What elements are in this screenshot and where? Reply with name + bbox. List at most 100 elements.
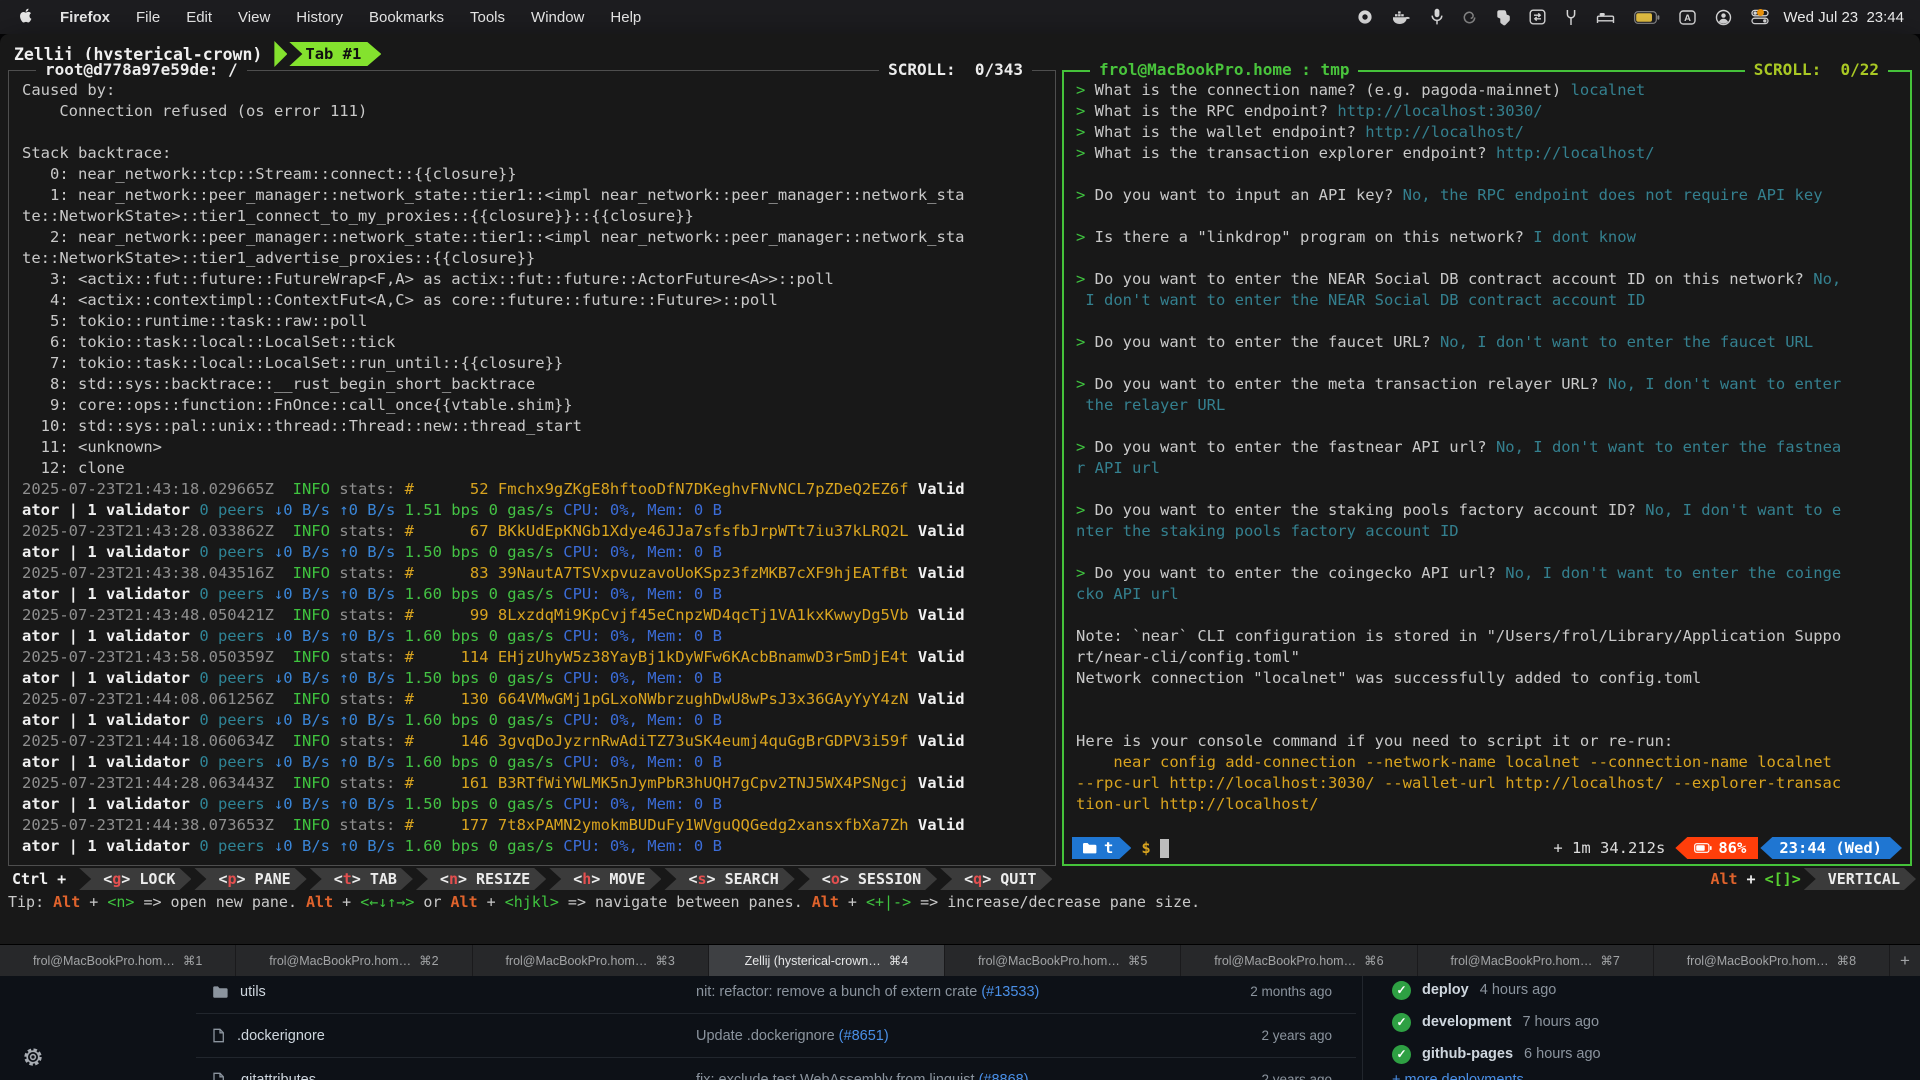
terminal-tab-8[interactable]: frol@MacBookPro.hom…⌘8: [1654, 945, 1890, 976]
keybind-pane[interactable]: p PANE: [194, 868, 306, 890]
file-icon: [212, 1028, 225, 1043]
battery-icon: [1694, 843, 1712, 853]
keybind-tab[interactable]: t TAB: [310, 868, 413, 890]
right-pane-content: > What is the connection name? (e.g. pag…: [1076, 80, 1904, 832]
file-row-gitattributes[interactable]: .gitattributes fix: exclude test WebAsse…: [196, 1058, 1356, 1080]
terminal-tab-1[interactable]: frol@MacBookPro.hom…⌘1: [0, 945, 236, 976]
right-pane[interactable]: frol@MacBookPro.home : tmp SCROLL: 0/22 …: [1062, 70, 1912, 866]
command-duration: + 1m 34.212s: [1553, 839, 1665, 857]
ctrl-prefix: Ctrl +: [0, 868, 76, 890]
file-name-link[interactable]: .gitattributes: [237, 1072, 316, 1080]
menubar-status-icons: A Wed Jul 23 23:44: [1357, 8, 1904, 26]
file-name-link[interactable]: utils: [240, 984, 266, 1000]
right-pane-title: frol@MacBookPro.home : tmp: [1090, 60, 1358, 79]
keybind-lock[interactable]: g LOCK: [79, 868, 191, 890]
notification-dot: [1757, 9, 1764, 16]
right-pane-scroll-indicator: SCROLL: 0/22: [1745, 60, 1888, 79]
terminal-tab-6[interactable]: frol@MacBookPro.hom…⌘6: [1181, 945, 1417, 976]
shell-prompt[interactable]: t $ + 1m 34.212s 86% 23:44 (Wed): [1072, 836, 1902, 860]
pr-link[interactable]: (#13533): [981, 984, 1039, 1000]
zellij-status-bar: Ctrl + g LOCK p PANE t TAB n RESIZE h MO…: [0, 868, 1920, 890]
left-pane-content: Caused by: Connection refused (os error …: [22, 80, 1048, 858]
file-icon: [212, 1072, 225, 1080]
settings-gear-button[interactable]: [22, 1046, 44, 1073]
commit-age: 2 years ago: [1186, 1028, 1356, 1043]
left-pane[interactable]: root@d778a97e59de: / SCROLL: 0/343 Cause…: [8, 70, 1056, 866]
menu-history[interactable]: History: [283, 9, 356, 26]
check-icon: [1392, 981, 1411, 1000]
browser-window: utils nit: refactor: remove a bunch of e…: [0, 976, 1920, 1080]
photos-swap-icon[interactable]: [1529, 9, 1546, 25]
menu-help[interactable]: Help: [597, 9, 654, 26]
deployment-deploy[interactable]: deploy 4 hours ago: [1392, 976, 1832, 1006]
deployment-development[interactable]: development 7 hours ago: [1392, 1006, 1832, 1038]
terminal-tab-3[interactable]: frol@MacBookPro.hom…⌘3: [473, 945, 709, 976]
bed-icon[interactable]: [1596, 10, 1615, 24]
commit-age: 2 years ago: [1186, 1072, 1356, 1080]
terminal-tab-strip: frol@MacBookPro.hom…⌘1 frol@MacBookPro.h…: [0, 944, 1920, 976]
prompt-clock-segment: 23:44 (Wed): [1760, 837, 1902, 859]
check-icon: [1392, 1013, 1411, 1032]
keybind-session[interactable]: o SESSION: [798, 868, 937, 890]
keybind-move[interactable]: h MOVE: [549, 868, 661, 890]
folder-icon: [1082, 842, 1097, 854]
account-icon[interactable]: [1715, 9, 1732, 26]
pane-area: root@d778a97e59de: / SCROLL: 0/343 Cause…: [0, 70, 1920, 866]
menu-window[interactable]: Window: [518, 9, 597, 26]
repo-file-table: utils nit: refactor: remove a bunch of e…: [196, 976, 1356, 1080]
file-row-utils[interactable]: utils nit: refactor: remove a bunch of e…: [196, 976, 1356, 1014]
menu-view[interactable]: View: [225, 9, 283, 26]
menu-tools[interactable]: Tools: [457, 9, 518, 26]
swirl-icon[interactable]: [1462, 10, 1477, 25]
apple-menu[interactable]: [20, 7, 37, 27]
file-row-dockerignore[interactable]: .dockerignore Update .dockerignore (#865…: [196, 1014, 1356, 1058]
terminal-tab-2[interactable]: frol@MacBookPro.hom…⌘2: [236, 945, 472, 976]
deployment-github-pages[interactable]: github-pages 6 hours ago: [1392, 1038, 1832, 1070]
menu-bookmarks[interactable]: Bookmarks: [356, 9, 457, 26]
menu-edit[interactable]: Edit: [173, 9, 225, 26]
terminal-cursor: [1160, 839, 1169, 858]
zellij-tip-line: Tip: Alt + <n> => open new pane. Alt + <…: [0, 892, 1920, 914]
keybind-search[interactable]: s SEARCH: [664, 868, 794, 890]
svg-text:A: A: [1684, 13, 1691, 24]
tuning-fork-icon[interactable]: [1565, 9, 1577, 26]
menu-file[interactable]: File: [123, 9, 173, 26]
terminal-tab-5[interactable]: frol@MacBookPro.hom…⌘5: [945, 945, 1181, 976]
new-tab-button[interactable]: +: [1890, 945, 1920, 976]
tab-separator-icon: [274, 41, 287, 67]
deployments-list: deploy 4 hours ago development 7 hours a…: [1392, 976, 1832, 1070]
pr-link[interactable]: (#8868): [979, 1072, 1029, 1080]
prompt-symbol: $: [1141, 839, 1150, 857]
menu-firefox[interactable]: Firefox: [47, 9, 123, 26]
microphone-icon[interactable]: [1431, 8, 1443, 26]
keybind-resize[interactable]: n RESIZE: [416, 868, 546, 890]
terminal-tab-4-active[interactable]: Zellij (hysterical-crown…⌘4: [709, 945, 945, 976]
terminal-tab-7[interactable]: frol@MacBookPro.hom…⌘7: [1418, 945, 1654, 976]
gear-icon: [22, 1046, 44, 1068]
more-deployments-link[interactable]: + more deployments: [1392, 1072, 1524, 1080]
prompt-directory-segment: t: [1072, 837, 1131, 859]
folder-icon: [212, 985, 228, 999]
commit-age: 2 months ago: [1186, 984, 1356, 999]
apple-icon: [20, 7, 37, 27]
pr-link[interactable]: (#8651): [839, 1028, 889, 1044]
battery-status-segment: 86%: [1675, 837, 1758, 859]
keybind-quit[interactable]: q QUIT: [940, 868, 1052, 890]
menu-bar: Firefox File Edit View History Bookmarks…: [0, 0, 1920, 34]
left-pane-scroll-indicator: SCROLL: 0/343: [879, 60, 1032, 79]
docker-icon[interactable]: [1392, 9, 1412, 25]
terminal-window: Zellij (hysterical-crown) Tab #1 root@d7…: [0, 34, 1920, 944]
desktop: Firefox File Edit View History Bookmarks…: [0, 0, 1920, 1080]
hand-gesture-icon[interactable]: [1496, 9, 1510, 26]
input-source-icon[interactable]: A: [1679, 10, 1696, 25]
sidebar-divider: [1362, 976, 1363, 1080]
file-name-link[interactable]: .dockerignore: [237, 1028, 325, 1044]
zellij-tab-1[interactable]: Tab #1: [289, 42, 381, 66]
check-icon: [1392, 1045, 1411, 1064]
layout-mode-indicator: Alt + <[]> VERTICAL: [1710, 868, 1920, 890]
control-center-icon[interactable]: [1751, 9, 1764, 25]
record-icon[interactable]: [1357, 9, 1373, 25]
battery-icon[interactable]: [1634, 11, 1660, 24]
menubar-clock[interactable]: Wed Jul 23 23:44: [1783, 9, 1904, 26]
left-pane-title: root@d778a97e59de: /: [36, 60, 247, 79]
